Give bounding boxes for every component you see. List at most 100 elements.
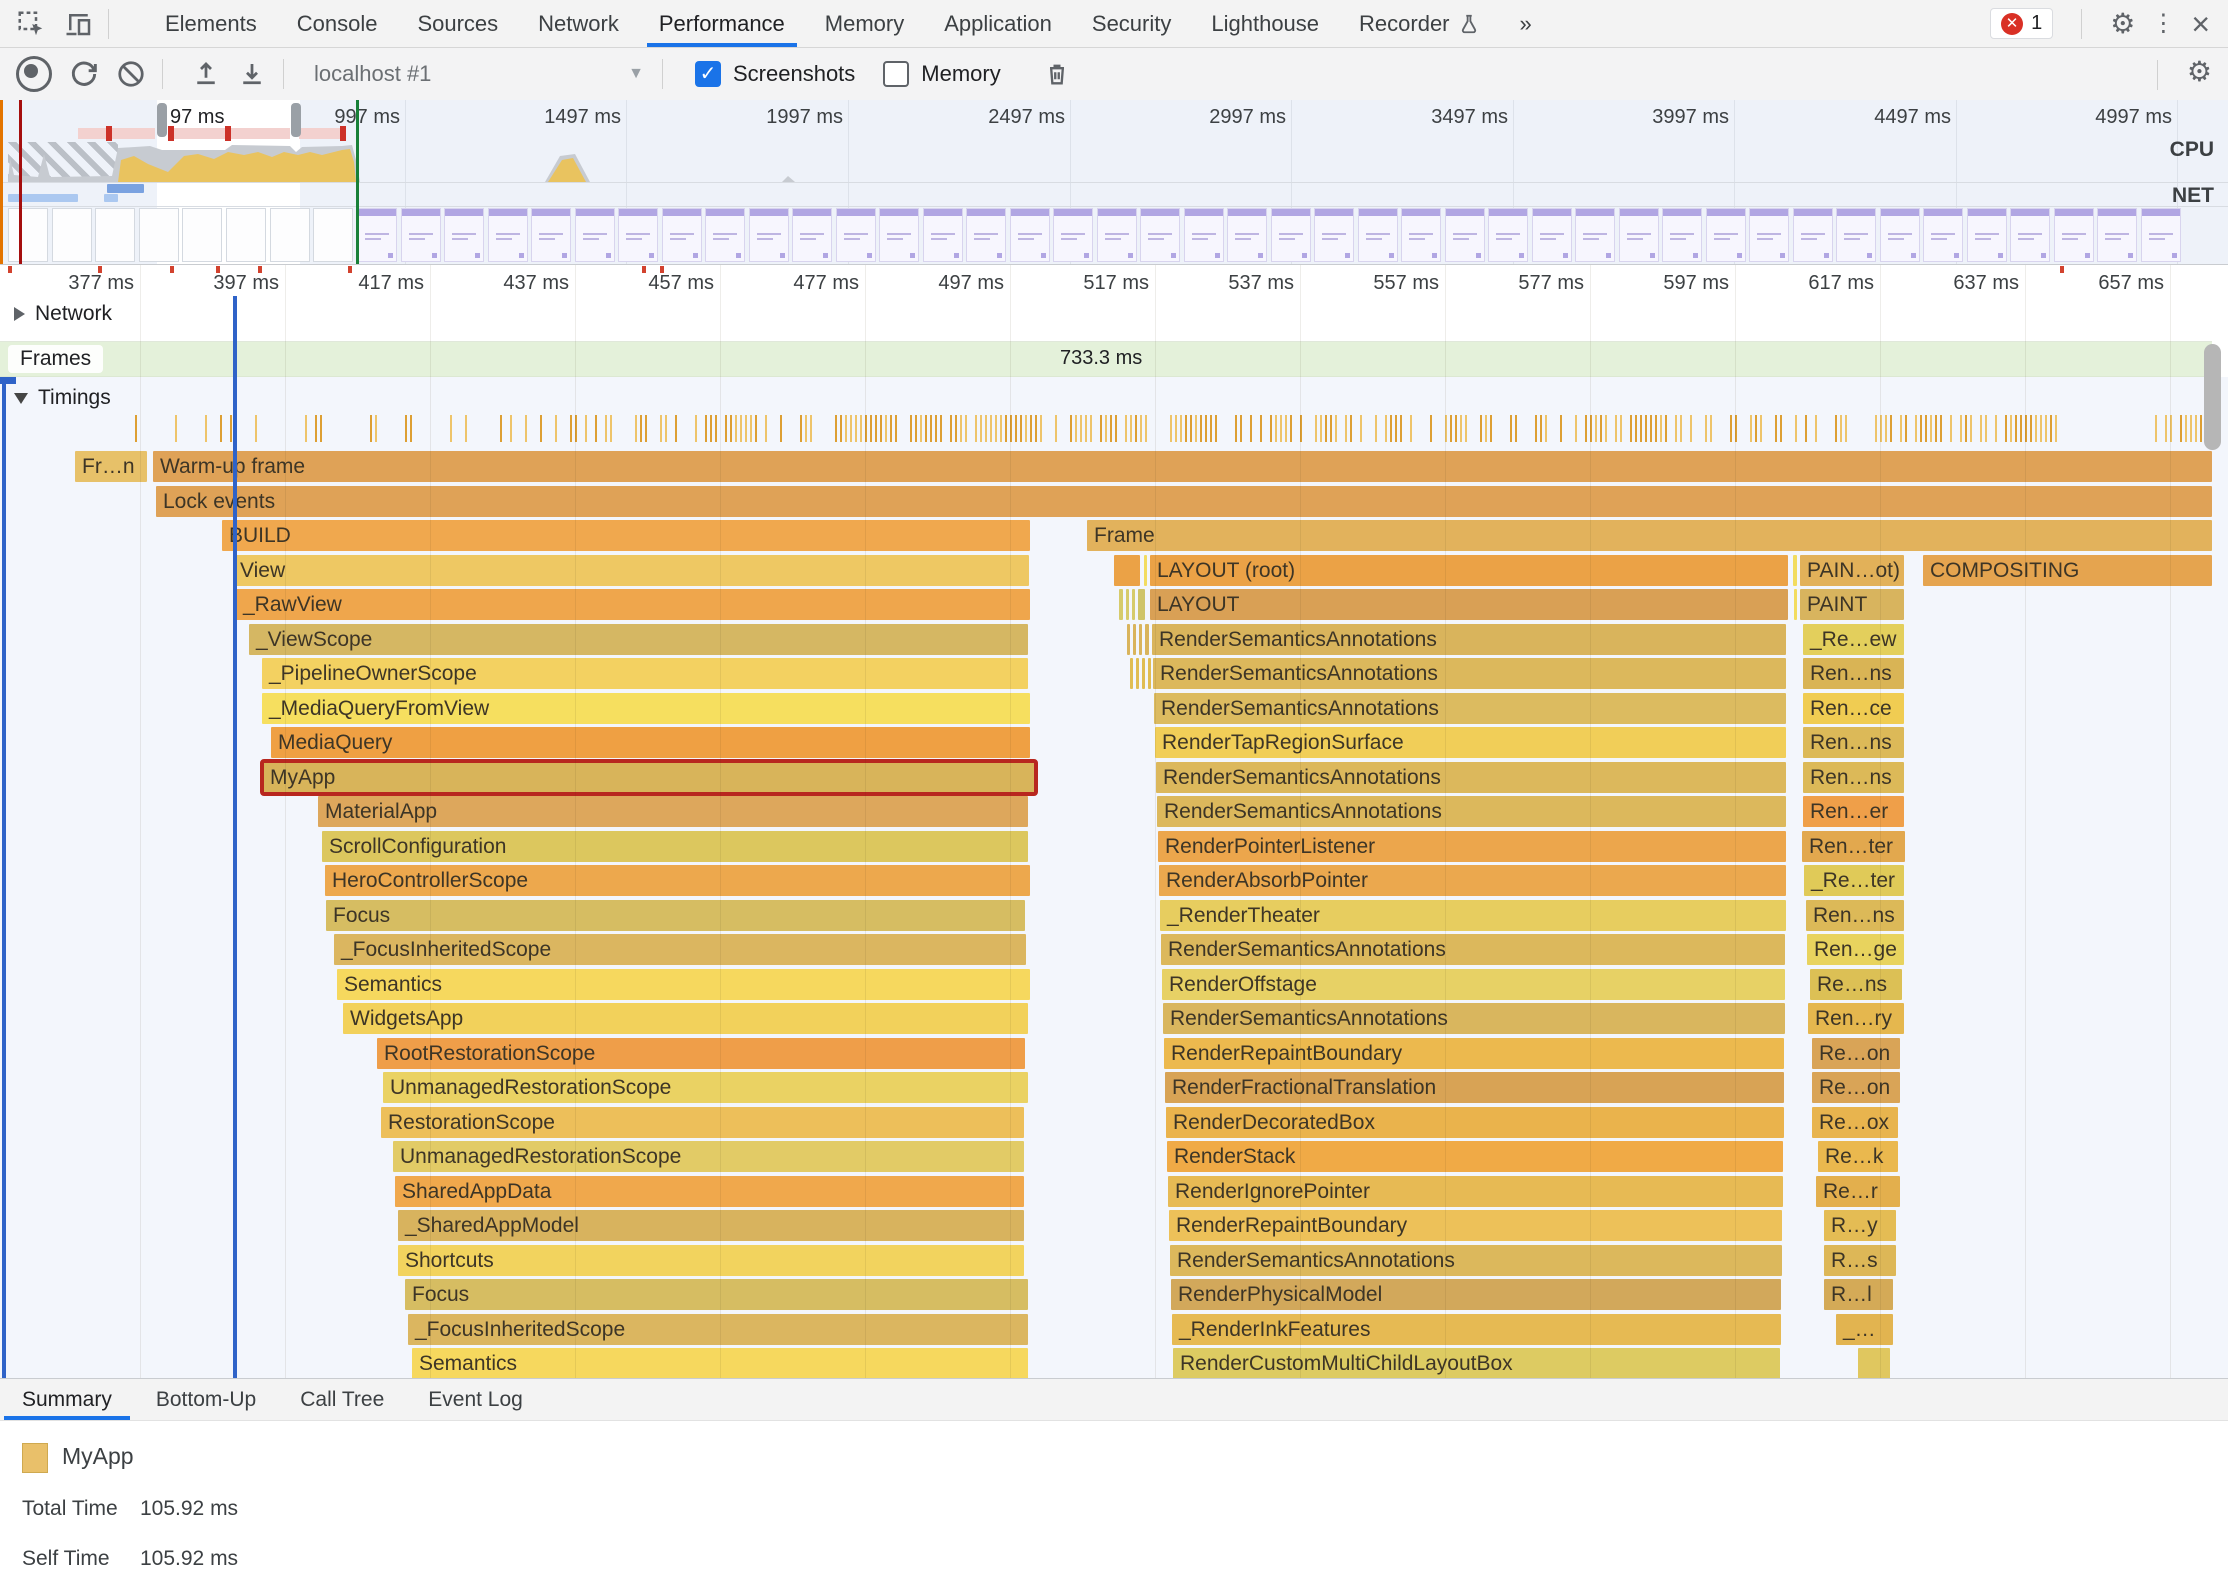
flame-event-sliver[interactable]	[1794, 589, 1797, 620]
flame-event-truncated[interactable]	[1858, 1348, 1890, 1378]
flame-event-sliver[interactable]	[1136, 658, 1139, 689]
flame-event--focusinheritedscope[interactable]: _FocusInheritedScope	[408, 1314, 1028, 1345]
flame-event-shortcuts[interactable]: Shortcuts	[398, 1245, 1024, 1276]
flame-event-focus[interactable]: Focus	[405, 1279, 1028, 1310]
flame-event-mediaquery[interactable]: MediaQuery	[271, 727, 1030, 758]
flame-event-rendersemanticsannotations[interactable]: RenderSemanticsAnnotations	[1157, 796, 1786, 827]
flame-event-truncated[interactable]: Re…r	[1816, 1176, 1900, 1207]
flame-event-renderpointerlistener[interactable]: RenderPointerListener	[1158, 831, 1786, 862]
flame-event-sliver[interactable]	[1114, 555, 1140, 586]
details-tab-event-log[interactable]: Event Log	[406, 1379, 545, 1420]
flame-event-sliver[interactable]	[1145, 624, 1149, 655]
flame-event-truncated[interactable]: _Re…ew	[1803, 624, 1904, 655]
flame-event-sliver[interactable]	[1130, 658, 1133, 689]
flame-event-truncated[interactable]: Re…ox	[1812, 1107, 1898, 1138]
flame-event-rendersemanticsannotations[interactable]: RenderSemanticsAnnotations	[1152, 624, 1786, 655]
flame-event-truncated[interactable]: Ren…er	[1803, 796, 1904, 827]
flame-event-truncated[interactable]: Re…ns	[1810, 969, 1902, 1000]
flame-event-truncated[interactable]: R…l	[1824, 1279, 1893, 1310]
flame-event--mediaqueryfromview[interactable]: _MediaQueryFromView	[262, 693, 1030, 724]
flame-event-rendersemanticsannotations[interactable]: RenderSemanticsAnnotations	[1170, 1245, 1782, 1276]
flame-event-rendersemanticsannotations[interactable]: RenderSemanticsAnnotations	[1154, 693, 1786, 724]
details-tab-call-tree[interactable]: Call Tree	[278, 1379, 406, 1420]
flame-event-rendersemanticsannotations[interactable]: RenderSemanticsAnnotations	[1163, 1003, 1785, 1034]
flame-event-sliver[interactable]	[1133, 624, 1136, 655]
flame-event-renderdecoratedbox[interactable]: RenderDecoratedBox	[1166, 1107, 1784, 1138]
flame-event-layout-root-[interactable]: LAYOUT (root)	[1150, 555, 1788, 586]
flame-event-scrollconfiguration[interactable]: ScrollConfiguration	[322, 831, 1028, 862]
flame-event-renderrepaintboundary[interactable]: RenderRepaintBoundary	[1164, 1038, 1784, 1069]
flame-event-unmanagedrestorationscope[interactable]: UnmanagedRestorationScope	[393, 1141, 1024, 1172]
flame-event-truncated[interactable]: Ren…ce	[1803, 693, 1904, 724]
flame-event-rendercustommultichildlayoutbox[interactable]: RenderCustomMultiChildLayoutBox	[1173, 1348, 1780, 1378]
flame-event-sliver[interactable]	[1139, 624, 1142, 655]
flame-event-layout[interactable]: LAYOUT	[1150, 589, 1788, 620]
flame-event-unmanagedrestorationscope[interactable]: UnmanagedRestorationScope	[383, 1072, 1028, 1103]
flame-event-herocontrollerscope[interactable]: HeroControllerScope	[325, 865, 1030, 896]
flame-event-rendersemanticsannotations[interactable]: RenderSemanticsAnnotations	[1156, 762, 1786, 793]
flame-event-renderrepaintboundary[interactable]: RenderRepaintBoundary	[1169, 1210, 1782, 1241]
flame-event-truncated[interactable]: Re…k	[1818, 1141, 1898, 1172]
flame-event-sliver[interactable]	[1119, 589, 1123, 620]
flame-event-truncated[interactable]: Ren…ns	[1806, 900, 1904, 931]
flame-event-warm-up-frame[interactable]: Warm-up frame	[153, 451, 2212, 482]
flame-event-rootrestorationscope[interactable]: RootRestorationScope	[377, 1038, 1025, 1069]
flame-event--sharedappmodel[interactable]: _SharedAppModel	[398, 1210, 1024, 1241]
flame-event--viewscope[interactable]: _ViewScope	[249, 624, 1028, 655]
flame-event-sliver[interactable]	[1148, 658, 1151, 689]
flame-event-lock-events[interactable]: Lock events	[156, 486, 2212, 517]
flame-event-truncated[interactable]: Ren…ns	[1803, 762, 1904, 793]
flame-event-sliver[interactable]	[1142, 658, 1145, 689]
flame-event--rawview[interactable]: _RawView	[236, 589, 1030, 620]
flame-event-rendersemanticsannotations[interactable]: RenderSemanticsAnnotations	[1161, 934, 1785, 965]
flame-event-rendersemanticsannotations[interactable]: RenderSemanticsAnnotations	[1153, 658, 1786, 689]
vertical-scrollbar-thumb[interactable]	[2204, 344, 2221, 450]
flame-event-truncated[interactable]: Ren…ns	[1803, 658, 1904, 689]
flame-event-myapp[interactable]: MyApp	[263, 762, 1035, 793]
flame-event-fr-n[interactable]: Fr…n	[75, 451, 147, 482]
flame-event-truncated[interactable]: R…y	[1824, 1210, 1896, 1241]
details-tab-bottom-up[interactable]: Bottom-Up	[134, 1379, 278, 1420]
flame-chart: Fr…nWarm-up frame Lock eventsBUILD View_Ra…	[0, 0, 2228, 1378]
flame-event-rendertapregionsurface[interactable]: RenderTapRegionSurface	[1155, 727, 1786, 758]
flame-event--renderinkfeatures[interactable]: _RenderInkFeatures	[1172, 1314, 1781, 1345]
flame-event--pipelineownerscope[interactable]: _PipelineOwnerScope	[262, 658, 1028, 689]
flame-event-sliver[interactable]	[1144, 555, 1147, 586]
flame-event-materialapp[interactable]: MaterialApp	[318, 796, 1028, 827]
flame-event-truncated[interactable]: Ren…ns	[1803, 727, 1904, 758]
flame-event-renderstack[interactable]: RenderStack	[1167, 1141, 1783, 1172]
flame-event-truncated[interactable]: _Re…ter	[1804, 865, 1904, 896]
flame-event-renderignorepointer[interactable]: RenderIgnorePointer	[1168, 1176, 1783, 1207]
flame-event-truncated[interactable]: COMPOSITING	[1923, 555, 2212, 586]
flame-event-sliver[interactable]	[1132, 589, 1135, 620]
flame-event-frame[interactable]: Frame	[1087, 520, 2212, 551]
flame-event-renderphysicalmodel[interactable]: RenderPhysicalModel	[1171, 1279, 1781, 1310]
flame-event-truncated[interactable]: PAIN…ot)	[1800, 555, 1904, 586]
flame-event-semantics[interactable]: Semantics	[412, 1348, 1028, 1378]
flame-event-sliver[interactable]	[1793, 555, 1797, 586]
flame-event-truncated[interactable]: _…	[1836, 1314, 1893, 1345]
flame-event-sharedappdata[interactable]: SharedAppData	[395, 1176, 1024, 1207]
flame-event-truncated[interactable]: Ren…ry	[1808, 1003, 1904, 1034]
details-tab-summary[interactable]: Summary	[0, 1379, 134, 1420]
flame-event-renderoffstage[interactable]: RenderOffstage	[1162, 969, 1785, 1000]
flame-event-focus[interactable]: Focus	[326, 900, 1025, 931]
flame-event-build[interactable]: BUILD	[222, 520, 1030, 551]
flame-event-truncated[interactable]: R…s	[1824, 1245, 1896, 1276]
flame-event-sliver[interactable]	[1127, 624, 1130, 655]
flame-event-sliver[interactable]	[1126, 589, 1129, 620]
flame-event-restorationscope[interactable]: RestorationScope	[381, 1107, 1024, 1138]
flame-event-truncated[interactable]: Re…on	[1812, 1072, 1900, 1103]
flame-event-truncated[interactable]: PAINT	[1800, 589, 1904, 620]
flame-event-renderabsorbpointer[interactable]: RenderAbsorbPointer	[1159, 865, 1786, 896]
flame-event--rendertheater[interactable]: _RenderTheater	[1160, 900, 1786, 931]
flame-event-renderfractionaltranslation[interactable]: RenderFractionalTranslation	[1165, 1072, 1784, 1103]
flame-event-truncated[interactable]: Ren…ter	[1802, 831, 1905, 862]
flame-event-widgetsapp[interactable]: WidgetsApp	[343, 1003, 1028, 1034]
flame-event-semantics[interactable]: Semantics	[337, 969, 1030, 1000]
flame-event-sliver[interactable]	[1138, 589, 1145, 620]
flame-event--focusinheritedscope[interactable]: _FocusInheritedScope	[334, 934, 1026, 965]
flame-event-view[interactable]: View	[233, 555, 1029, 586]
flame-event-truncated[interactable]: Re…on	[1812, 1038, 1900, 1069]
flame-event-truncated[interactable]: Ren…ge	[1807, 934, 1904, 965]
